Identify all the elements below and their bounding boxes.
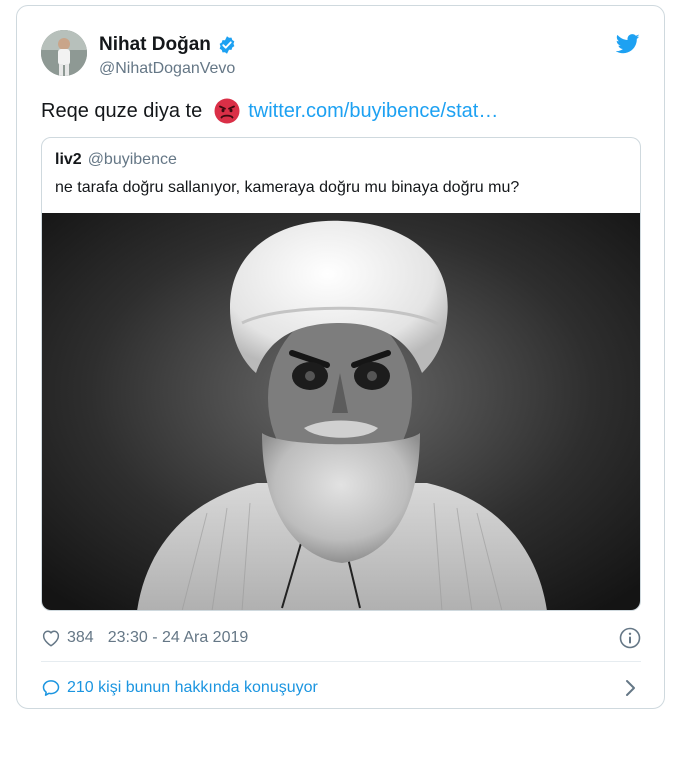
quoted-tweet-header: liv2 @buyibence: [55, 151, 177, 169]
twitter-bird-icon[interactable]: [616, 34, 640, 54]
verified-badge-icon: [219, 36, 235, 54]
timestamp[interactable]: 23:30 - 24 Ara 2019: [108, 629, 249, 647]
portrait-photo-icon: [42, 213, 640, 610]
tweet-text: Reqe quze diya te twitter.com/buyibence/…: [41, 98, 498, 124]
conversation-label[interactable]: 210 kişi bunun hakkında konuşuyor: [67, 679, 318, 697]
avatar[interactable]: [41, 30, 87, 76]
heart-icon[interactable]: [41, 629, 61, 647]
divider: [41, 661, 641, 662]
angry-face-emoji-icon: [214, 98, 240, 124]
like-count[interactable]: 384: [67, 629, 94, 647]
reply-bubble-icon: [42, 680, 60, 696]
chevron-right-icon[interactable]: [625, 679, 637, 697]
conversation-link[interactable]: 210 kişi bunun hakkında konuşuyor: [41, 674, 641, 702]
tweet-card: Nihat Doğan @NihatDoganVevo Reqe quze di…: [16, 5, 665, 709]
quoted-author-name: liv2: [55, 151, 82, 168]
author-handle[interactable]: @NihatDoganVevo: [99, 60, 235, 78]
info-icon[interactable]: [619, 627, 641, 649]
quoted-tweet-text: ne tarafa doğru sallanıyor, kameraya doğ…: [55, 179, 520, 196]
tweet-body: Reqe quze diya te: [41, 99, 203, 122]
tweet-meta: 384 23:30 - 24 Ara 2019: [41, 626, 641, 650]
author-name-row[interactable]: Nihat Doğan: [99, 34, 237, 56]
quoted-author-handle: @buyibence: [87, 151, 177, 168]
quoted-tweet-image[interactable]: [42, 213, 640, 610]
author-display-name[interactable]: Nihat Doğan: [99, 34, 211, 56]
tweet-link[interactable]: twitter.com/buyibence/stat…: [248, 100, 498, 123]
quoted-tweet[interactable]: liv2 @buyibence ne tarafa doğru sallanıy…: [41, 137, 641, 611]
